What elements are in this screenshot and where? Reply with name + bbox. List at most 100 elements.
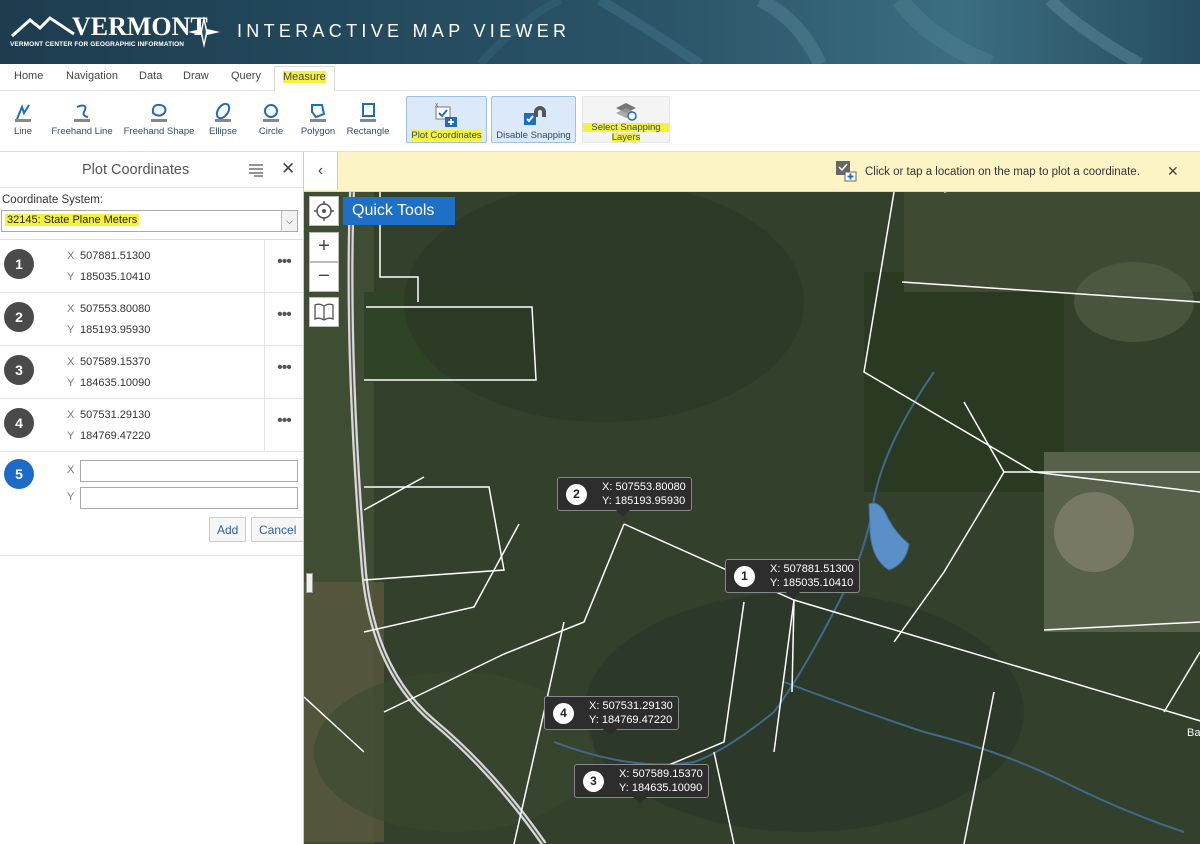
callout-y: Y: 185193.95930	[602, 495, 686, 507]
aerial-imagery	[304, 152, 1200, 844]
snapping-magnet-icon	[523, 106, 546, 125]
more-options-icon[interactable]: •••	[264, 240, 303, 292]
ellipse-icon	[215, 102, 231, 122]
tab-home[interactable]: Home	[14, 70, 43, 82]
plot-coordinates-label: Plot Coordinates	[411, 130, 482, 141]
more-options-icon[interactable]: •••	[264, 293, 303, 345]
ribbon: Line Freehand Line Freehand Shape Ellips…	[0, 91, 1200, 152]
x-label: X	[67, 356, 75, 368]
info-bar: ‹ Click or tap a location on the map to …	[304, 152, 1200, 192]
callout-x: X: 507531.29130	[589, 700, 673, 712]
map-edge-label: Ba	[1187, 727, 1200, 739]
line-tool[interactable]: Line	[8, 91, 38, 149]
bookmarks-button[interactable]	[309, 297, 339, 327]
disable-snapping-label: Disable Snapping	[496, 130, 571, 141]
y-value: 184769.47220	[80, 430, 151, 442]
map-callout[interactable]: 3 X: 507589.15370 Y: 184635.10090	[574, 764, 709, 804]
more-options-icon[interactable]: •••	[264, 346, 303, 398]
callout-y: Y: 184635.10090	[619, 782, 703, 794]
locate-button[interactable]	[309, 196, 339, 226]
ellipse-tool-label: Ellipse	[209, 126, 237, 137]
x-label: X	[67, 409, 75, 421]
freehand-line-tool[interactable]: Freehand Line	[48, 91, 116, 149]
tab-query[interactable]: Query	[231, 70, 261, 82]
panel-title: Plot Coordinates	[82, 162, 190, 178]
y-value-line: Y 185035.10410	[67, 271, 150, 283]
y-value-line: Y 184635.10090	[67, 377, 150, 389]
x-coordinate-input[interactable]	[80, 460, 298, 482]
compass-icon	[188, 16, 220, 48]
cancel-button[interactable]: Cancel	[251, 517, 305, 542]
circle-icon	[263, 104, 279, 122]
more-options-icon[interactable]: •••	[264, 399, 303, 451]
close-icon[interactable]: ✕	[281, 159, 295, 179]
freehand-shape-tool[interactable]: Freehand Shape	[119, 91, 199, 149]
freehand-shape-tool-label: Freehand Shape	[123, 126, 195, 137]
freehand-shape-icon	[151, 103, 167, 122]
point-number-badge: 1	[4, 249, 34, 279]
tab-measure-label: Measure	[283, 71, 326, 83]
map-callout[interactable]: 1 X: 507881.51300 Y: 185035.10410	[725, 559, 860, 599]
vermont-logo[interactable]: VERMONT VERMONT CENTER FOR GEOGRAPHIC IN…	[10, 12, 208, 54]
tab-navigation[interactable]: Navigation	[66, 70, 118, 82]
select-snapping-layers-button[interactable]: Select Snapping Layers	[582, 96, 670, 143]
y-value-line: Y 184769.47220	[67, 430, 150, 442]
y-label: Y	[67, 324, 75, 336]
point-number-badge: 3	[4, 355, 34, 385]
callout-y: Y: 185035.10410	[770, 577, 854, 589]
freehand-line-tool-label: Freehand Line	[51, 126, 113, 137]
plot-coordinates-button[interactable]: X Plot Coordinates	[406, 96, 487, 143]
callout-badge: 4	[553, 703, 574, 724]
tab-draw[interactable]: Draw	[183, 70, 209, 82]
circle-tool-label: Circle	[258, 126, 284, 137]
x-label: X	[67, 250, 75, 262]
y-label: Y	[67, 377, 75, 389]
polygon-tool[interactable]: Polygon	[297, 91, 339, 149]
coordinate-row: 3 X 507589.15370 Y 184635.10090 •••	[0, 346, 303, 399]
coordinate-row: 2 X 507553.80080 Y 185193.95930 •••	[0, 293, 303, 346]
callout-x: X: 507553.80080	[602, 481, 686, 493]
chevron-down-icon: ⌵	[281, 211, 297, 231]
tab-measure[interactable]: Measure	[274, 66, 335, 91]
coordinate-system-select[interactable]: 32145: State Plane Meters ⌵	[1, 210, 298, 232]
freehand-line-icon	[74, 104, 90, 122]
new-point-number-badge: 5	[4, 459, 34, 489]
x-value: 507589.15370	[80, 356, 151, 368]
zoom-in-button[interactable]: +	[309, 232, 339, 262]
app-title: INTERACTIVE MAP VIEWER	[237, 21, 571, 41]
callout-pointer	[633, 797, 647, 804]
y-value-line: Y 185193.95930	[67, 324, 150, 336]
tab-data[interactable]: Data	[139, 70, 162, 82]
chevron-left-icon[interactable]: ‹	[304, 152, 338, 190]
callout-pointer	[786, 592, 800, 599]
callout-badge: 3	[583, 771, 604, 792]
rectangle-tool-label: Rectangle	[346, 126, 390, 137]
y-label: Y	[67, 271, 75, 283]
map-canvas[interactable]: Ba	[304, 152, 1200, 844]
plot-point-icon	[836, 161, 857, 182]
zoom-out-button[interactable]: −	[309, 262, 339, 292]
plot-coordinates-icon: X	[435, 103, 457, 127]
callout-x: X: 507589.15370	[619, 768, 703, 780]
circle-tool[interactable]: Circle	[255, 91, 287, 149]
panel-resize-handle[interactable]	[306, 573, 313, 593]
map-callout[interactable]: 4 X: 507531.29130 Y: 184769.47220	[544, 696, 679, 736]
rectangle-tool[interactable]: Rectangle	[344, 91, 392, 149]
coordinate-system-value: 32145: State Plane Meters	[5, 214, 140, 226]
ellipse-tool[interactable]: Ellipse	[205, 91, 241, 149]
y-coordinate-input[interactable]	[80, 487, 298, 509]
polygon-tool-label: Polygon	[300, 126, 336, 137]
add-button[interactable]: Add	[209, 517, 247, 542]
menu-icon[interactable]	[248, 163, 264, 177]
point-number-badge: 4	[4, 408, 34, 438]
select-snapping-label-line1: Select Snapping	[583, 123, 669, 132]
coordinate-row: 4 X 507531.29130 Y 184769.47220 •••	[0, 399, 303, 452]
y-value: 185193.95930	[80, 324, 151, 336]
close-icon[interactable]: ✕	[1167, 163, 1179, 180]
callout-badge: 2	[566, 484, 587, 505]
x-label: X	[67, 303, 75, 315]
logo-subtitle: VERMONT CENTER FOR GEOGRAPHIC INFORMATIO…	[10, 41, 185, 48]
quick-tools-button[interactable]: Quick Tools	[343, 197, 455, 225]
disable-snapping-button[interactable]: Disable Snapping	[491, 96, 576, 143]
map-callout[interactable]: 2 X: 507553.80080 Y: 185193.95930	[557, 477, 692, 517]
